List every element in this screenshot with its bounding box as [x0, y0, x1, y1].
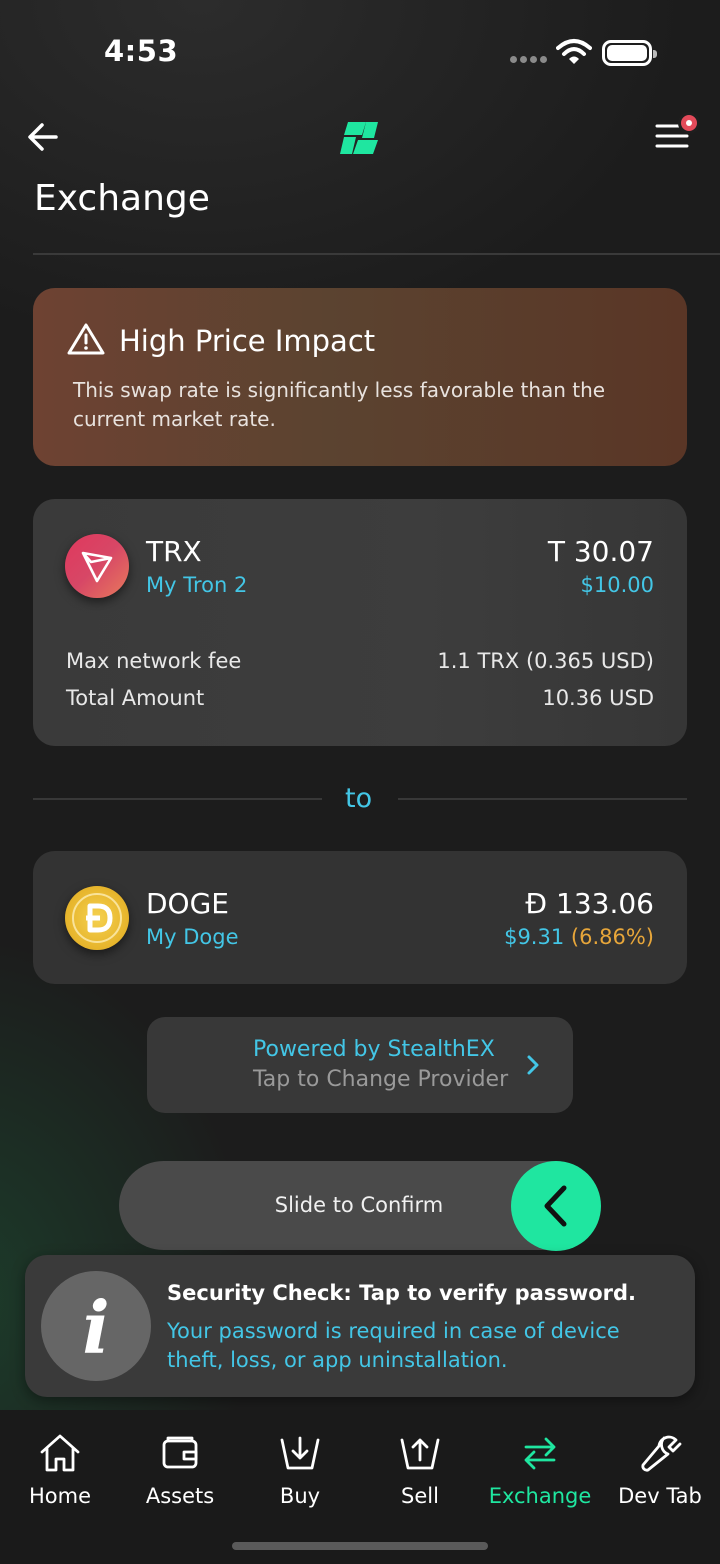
to-asset-card[interactable]: DOGE My Doge Đ 133.06 $9.31 (6.86%)	[33, 851, 687, 984]
tab-buy[interactable]: Buy	[240, 1432, 360, 1508]
divider-right	[398, 798, 687, 800]
slide-to-confirm-handle[interactable]	[511, 1161, 601, 1251]
tab-label: Dev Tab	[618, 1484, 702, 1508]
warning-message: This swap rate is significantly less fav…	[73, 378, 606, 431]
to-price-impact-percent: (6.86%)	[570, 925, 654, 949]
tab-label: Assets	[145, 1484, 215, 1508]
tron-coin-icon	[65, 534, 129, 598]
bottom-tab-bar: Home Assets Buy Sell Exchange Dev Tab	[0, 1410, 720, 1564]
home-indicator	[232, 1542, 488, 1550]
battery-icon	[602, 40, 657, 66]
home-icon	[40, 1434, 80, 1472]
tab-label: Buy	[279, 1484, 321, 1508]
to-usd: $9.31	[504, 925, 565, 949]
from-asset-card[interactable]: TRX My Tron 2 T 30.07 $10.00 Max network…	[33, 499, 687, 746]
from-symbol: TRX	[146, 535, 202, 568]
cellular-signal-icon	[510, 56, 548, 64]
tab-home[interactable]: Home	[0, 1432, 120, 1508]
dogecoin-icon	[65, 886, 129, 950]
security-message: Your password is required in case of dev…	[167, 1319, 620, 1372]
sell-icon	[400, 1438, 440, 1470]
status-time: 4:53	[104, 34, 179, 68]
chevron-right-icon	[527, 1055, 539, 1075]
exchange-icon	[524, 1437, 556, 1470]
security-check-toast[interactable]: i Security Check: Tap to verify password…	[25, 1255, 695, 1397]
change-provider-button[interactable]: Powered by StealthEX Tap to Change Provi…	[147, 1017, 573, 1113]
wallet-icon	[162, 1436, 198, 1469]
tab-label: Exchange	[488, 1484, 592, 1508]
notification-badge	[678, 112, 700, 134]
app-logo-icon	[340, 122, 378, 154]
to-amount: Đ 133.06	[525, 887, 654, 920]
tab-dev[interactable]: Dev Tab	[600, 1432, 720, 1508]
wifi-icon	[556, 39, 592, 64]
total-label: Total Amount	[66, 686, 205, 710]
from-amount: T 30.07	[547, 535, 654, 568]
to-wallet-name: My Doge	[146, 925, 239, 949]
tab-label: Sell	[401, 1484, 439, 1508]
security-title: Security Check: Tap to verify password.	[167, 1281, 637, 1305]
tab-sell[interactable]: Sell	[360, 1432, 480, 1508]
title-divider	[33, 253, 720, 255]
to-usd-value: $9.31 (6.86%)	[504, 925, 654, 949]
warning-triangle-icon	[67, 323, 105, 355]
fee-value: 1.1 TRX (0.365 USD)	[437, 649, 654, 673]
info-icon: i	[41, 1271, 151, 1381]
tab-assets[interactable]: Assets	[120, 1432, 240, 1508]
page-title: Exchange	[34, 178, 210, 219]
wrench-icon	[641, 1435, 682, 1472]
total-value: 10.36 USD	[542, 686, 654, 710]
chevron-left-icon	[544, 1185, 567, 1227]
high-price-impact-warning: High Price Impact This swap rate is sign…	[33, 288, 687, 466]
provider-title: Powered by StealthEX	[253, 1037, 495, 1062]
fee-label: Max network fee	[66, 649, 242, 673]
buy-icon	[280, 1436, 320, 1470]
provider-subtitle: Tap to Change Provider	[253, 1067, 509, 1092]
tab-exchange[interactable]: Exchange	[480, 1432, 600, 1508]
to-symbol: DOGE	[146, 887, 229, 920]
to-label: to	[345, 783, 373, 814]
from-wallet-name: My Tron 2	[146, 573, 248, 597]
divider-left	[33, 798, 322, 800]
back-arrow-icon[interactable]	[26, 120, 60, 154]
tab-label: Home	[28, 1484, 91, 1508]
warning-title: High Price Impact	[119, 324, 376, 358]
from-usd-value: $10.00	[580, 573, 654, 597]
